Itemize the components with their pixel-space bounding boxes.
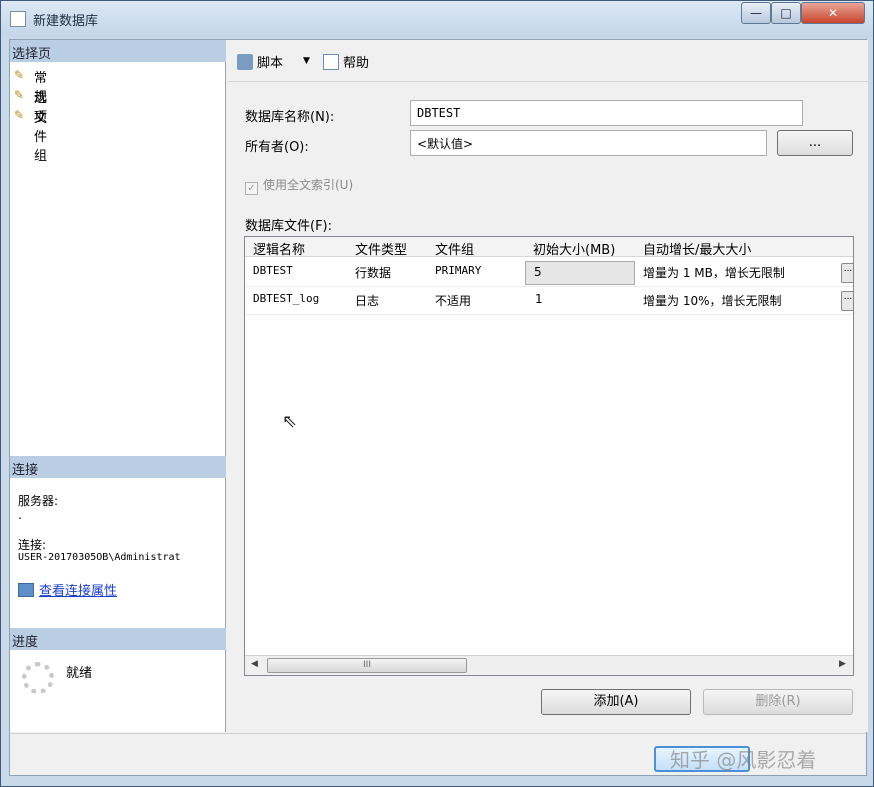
connection-header: 连接	[10, 456, 226, 478]
cell-autogrowth: 增量为 10%，增长无限制	[643, 294, 782, 308]
cell-initial-size[interactable]: 5	[525, 261, 635, 285]
cell-logical-name[interactable]: DBTEST_log	[253, 292, 319, 305]
column-header[interactable]: 逻辑名称	[253, 239, 305, 258]
cell-autogrowth: 增量为 1 MB，增长无限制	[643, 266, 785, 280]
script-label: 脚本	[257, 56, 284, 71]
page-wrench-icon: ✎	[14, 108, 25, 122]
fulltext-label: 使用全文索引(U)	[263, 178, 354, 192]
column-header[interactable]: 自动增长/最大大小	[643, 239, 751, 258]
column-header[interactable]: 文件类型	[355, 239, 407, 258]
close-button[interactable]: ✕	[801, 2, 865, 24]
watermark-text: 知乎 @风影忍着	[670, 748, 817, 772]
app-icon	[10, 11, 26, 27]
cell-filegroup[interactable]: PRIMARY	[435, 264, 481, 277]
view-connection-properties-link[interactable]: 查看连接属性	[18, 580, 117, 599]
connection-properties-icon	[18, 583, 34, 597]
cell-file-type[interactable]: 日志	[355, 292, 379, 309]
page-wrench-icon: ✎	[14, 68, 25, 82]
cell-initial-size[interactable]: 1	[535, 292, 543, 306]
help-label: 帮助	[343, 56, 370, 71]
horizontal-scrollbar[interactable]: ◀ III ▶	[245, 655, 853, 675]
select-page-header: 选择页	[10, 40, 226, 62]
table-row[interactable]: DBTEST 行数据 PRIMARY 5 增量为 1 MB，增长无限制 ...	[245, 259, 853, 287]
page-wrench-icon: ✎	[14, 88, 25, 102]
connection-label: 连接:	[18, 538, 47, 552]
scroll-thumb[interactable]: III	[267, 658, 467, 673]
mouse-cursor-icon: ⇖	[282, 411, 298, 432]
right-panel: 脚本 ▼ 帮助 数据库名称(N): 所有者(O): <默认值> ... ✓ 使用全…	[227, 40, 868, 732]
progress-status: 就绪	[66, 666, 93, 681]
connection-value: USER-20170305OB\Administrat	[18, 552, 181, 563]
server-value: .	[18, 508, 22, 522]
progress-header: 进度	[10, 628, 226, 650]
link-label: 查看连接属性	[39, 584, 118, 599]
cell-logical-name[interactable]: DBTEST	[253, 264, 293, 277]
browse-owner-button[interactable]: ...	[777, 130, 853, 156]
cell-file-type[interactable]: 行数据	[355, 264, 391, 281]
server-label: 服务器:	[18, 494, 59, 508]
remove-button: 删除(R)	[703, 689, 853, 715]
new-database-dialog: 新建数据库 — □ ✕ 选择页 ✎ 常规 ✎ 选项 ✎ 文件组 连接 服务器: …	[0, 0, 874, 787]
toolbar: 脚本 ▼ 帮助	[227, 40, 868, 82]
autogrowth-edit-button[interactable]: ...	[841, 291, 853, 311]
owner-input[interactable]: <默认值>	[410, 130, 767, 156]
page-label: 文件组	[34, 111, 48, 164]
left-panel: 选择页 ✎ 常规 ✎ 选项 ✎ 文件组 连接 服务器: . 连接: USER-2…	[10, 40, 226, 732]
owner-label: 所有者(O):	[245, 140, 309, 155]
dialog-client: 选择页 ✎ 常规 ✎ 选项 ✎ 文件组 连接 服务器: . 连接: USER-2…	[9, 39, 868, 776]
progress-spinner-icon	[22, 662, 54, 694]
minimize-button[interactable]: —	[741, 2, 771, 24]
scroll-right-icon[interactable]: ▶	[839, 659, 846, 669]
cell-filegroup[interactable]: 不适用	[435, 292, 471, 309]
window-title: 新建数据库	[33, 14, 99, 29]
autogrowth-edit-button[interactable]: ...	[841, 263, 853, 283]
column-header[interactable]: 文件组	[435, 239, 474, 258]
fulltext-checkbox[interactable]: ✓ 使用全文索引(U)	[245, 176, 353, 195]
checkbox-checked-icon: ✓	[245, 182, 258, 195]
database-files-grid[interactable]: 逻辑名称 文件类型 文件组 初始大小(MB) 自动增长/最大大小 DBTEST …	[244, 236, 854, 676]
db-name-input[interactable]	[410, 100, 803, 126]
database-files-label: 数据库文件(F):	[245, 219, 333, 234]
dialog-footer: 知乎 @风影忍着	[10, 733, 866, 775]
maximize-button[interactable]: □	[771, 2, 801, 24]
table-row[interactable]: DBTEST_log 日志 不适用 1 增量为 10%，增长无限制 ...	[245, 287, 853, 315]
script-dropdown-icon[interactable]: ▼	[303, 56, 310, 76]
scroll-left-icon[interactable]: ◀	[251, 659, 258, 669]
help-button[interactable]: 帮助	[323, 52, 369, 72]
script-button[interactable]: 脚本	[237, 52, 283, 72]
grid-header: 逻辑名称 文件类型 文件组 初始大小(MB) 自动增长/最大大小	[245, 237, 853, 258]
help-icon	[323, 54, 339, 70]
column-header[interactable]: 初始大小(MB)	[533, 239, 615, 258]
script-icon	[237, 54, 253, 70]
title-bar[interactable]: 新建数据库 — □ ✕	[1, 1, 873, 37]
db-name-label: 数据库名称(N):	[245, 110, 335, 125]
add-button[interactable]: 添加(A)	[541, 689, 691, 715]
